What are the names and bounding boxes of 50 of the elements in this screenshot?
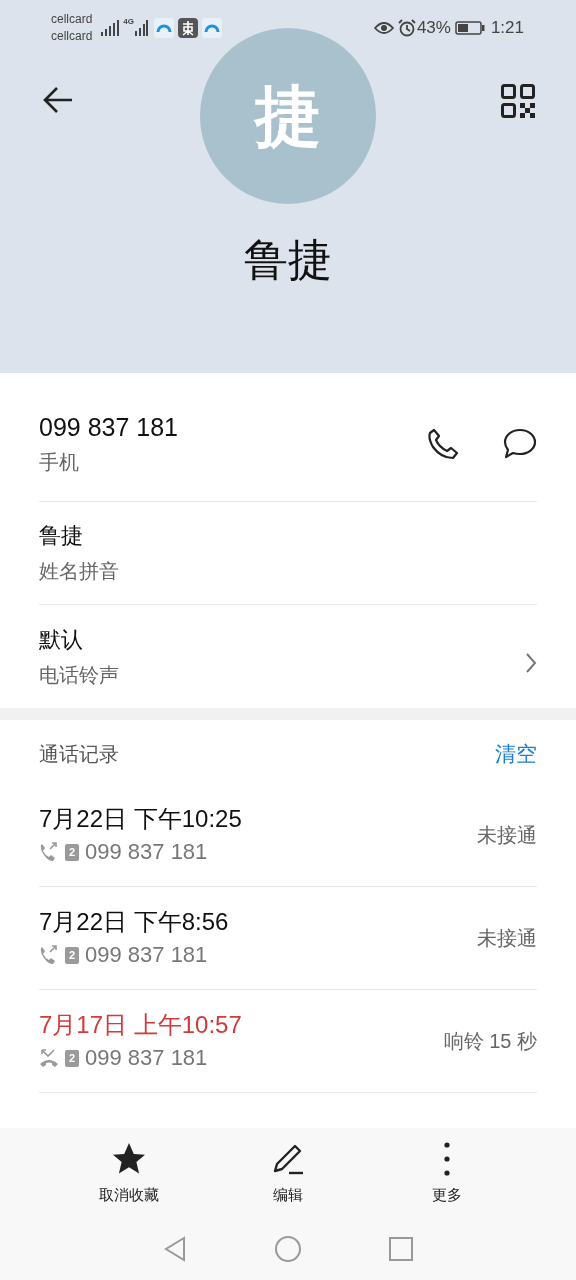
- call-result: 响铃 15 秒: [443, 1029, 537, 1054]
- outgoing-call-icon: [39, 842, 59, 862]
- sim-badge: 2: [65, 843, 79, 861]
- field-value: 099 837 181: [39, 412, 180, 443]
- missed-call-icon: [39, 1048, 59, 1068]
- message-icon[interactable]: [503, 428, 537, 460]
- outgoing-call-icon: [39, 945, 59, 965]
- app-icon: [154, 18, 175, 38]
- app-icon: [178, 18, 199, 38]
- avatar-letter: 捷: [255, 83, 321, 149]
- home-nav-icon[interactable]: [274, 1234, 302, 1263]
- field-label: 电话铃声: [39, 662, 120, 688]
- qr-code-icon[interactable]: [501, 84, 535, 118]
- clock-time: 1:21: [490, 17, 524, 40]
- sim-badge: 2: [65, 1049, 79, 1067]
- sim-badge: 2: [65, 946, 79, 964]
- call-time: 7月22日 下午8:56: [39, 907, 230, 937]
- contact-name: 鲁捷: [244, 234, 332, 286]
- call-number: 099 837 181: [85, 838, 208, 866]
- app-icon: [202, 18, 223, 38]
- chevron-right-icon: [525, 651, 537, 674]
- section-title: 通话记录: [39, 742, 119, 767]
- field-value: 默认: [39, 625, 84, 654]
- action-button[interactable]: 取消收藏: [74, 1142, 185, 1207]
- signal-icon: [100, 20, 121, 36]
- network-type: 4G: [123, 18, 135, 26]
- more-icon: [443, 1142, 450, 1176]
- eye-icon: [373, 21, 394, 35]
- call-result: 未接通: [477, 823, 537, 848]
- phone-icon[interactable]: [427, 428, 459, 460]
- carrier-name: cellcard: [51, 28, 93, 45]
- alarm-icon: [397, 19, 416, 37]
- signal-icon: [134, 20, 149, 36]
- back-icon[interactable]: [42, 86, 74, 114]
- carrier-name: cellcard: [51, 11, 93, 28]
- action-button[interactable]: 编辑: [233, 1142, 343, 1207]
- call-result: 未接通: [477, 926, 537, 951]
- call-number: 099 837 181: [85, 941, 208, 969]
- battery-icon: [454, 21, 485, 35]
- call-time: 7月22日 下午10:25: [39, 804, 243, 834]
- action-button[interactable]: 更多: [391, 1142, 502, 1207]
- field-label: 手机: [39, 450, 80, 475]
- clear-button[interactable]: 清空: [495, 738, 537, 770]
- back-nav-icon[interactable]: [162, 1234, 188, 1263]
- call-time: 7月17日 上午10:57: [39, 1010, 243, 1040]
- call-number: 099 837 181: [85, 1044, 208, 1072]
- battery-percent: 43%: [416, 17, 451, 40]
- field-label: 姓名拼音: [39, 559, 120, 584]
- field-value: 鲁捷: [39, 522, 84, 550]
- recents-nav-icon[interactable]: [388, 1235, 414, 1262]
